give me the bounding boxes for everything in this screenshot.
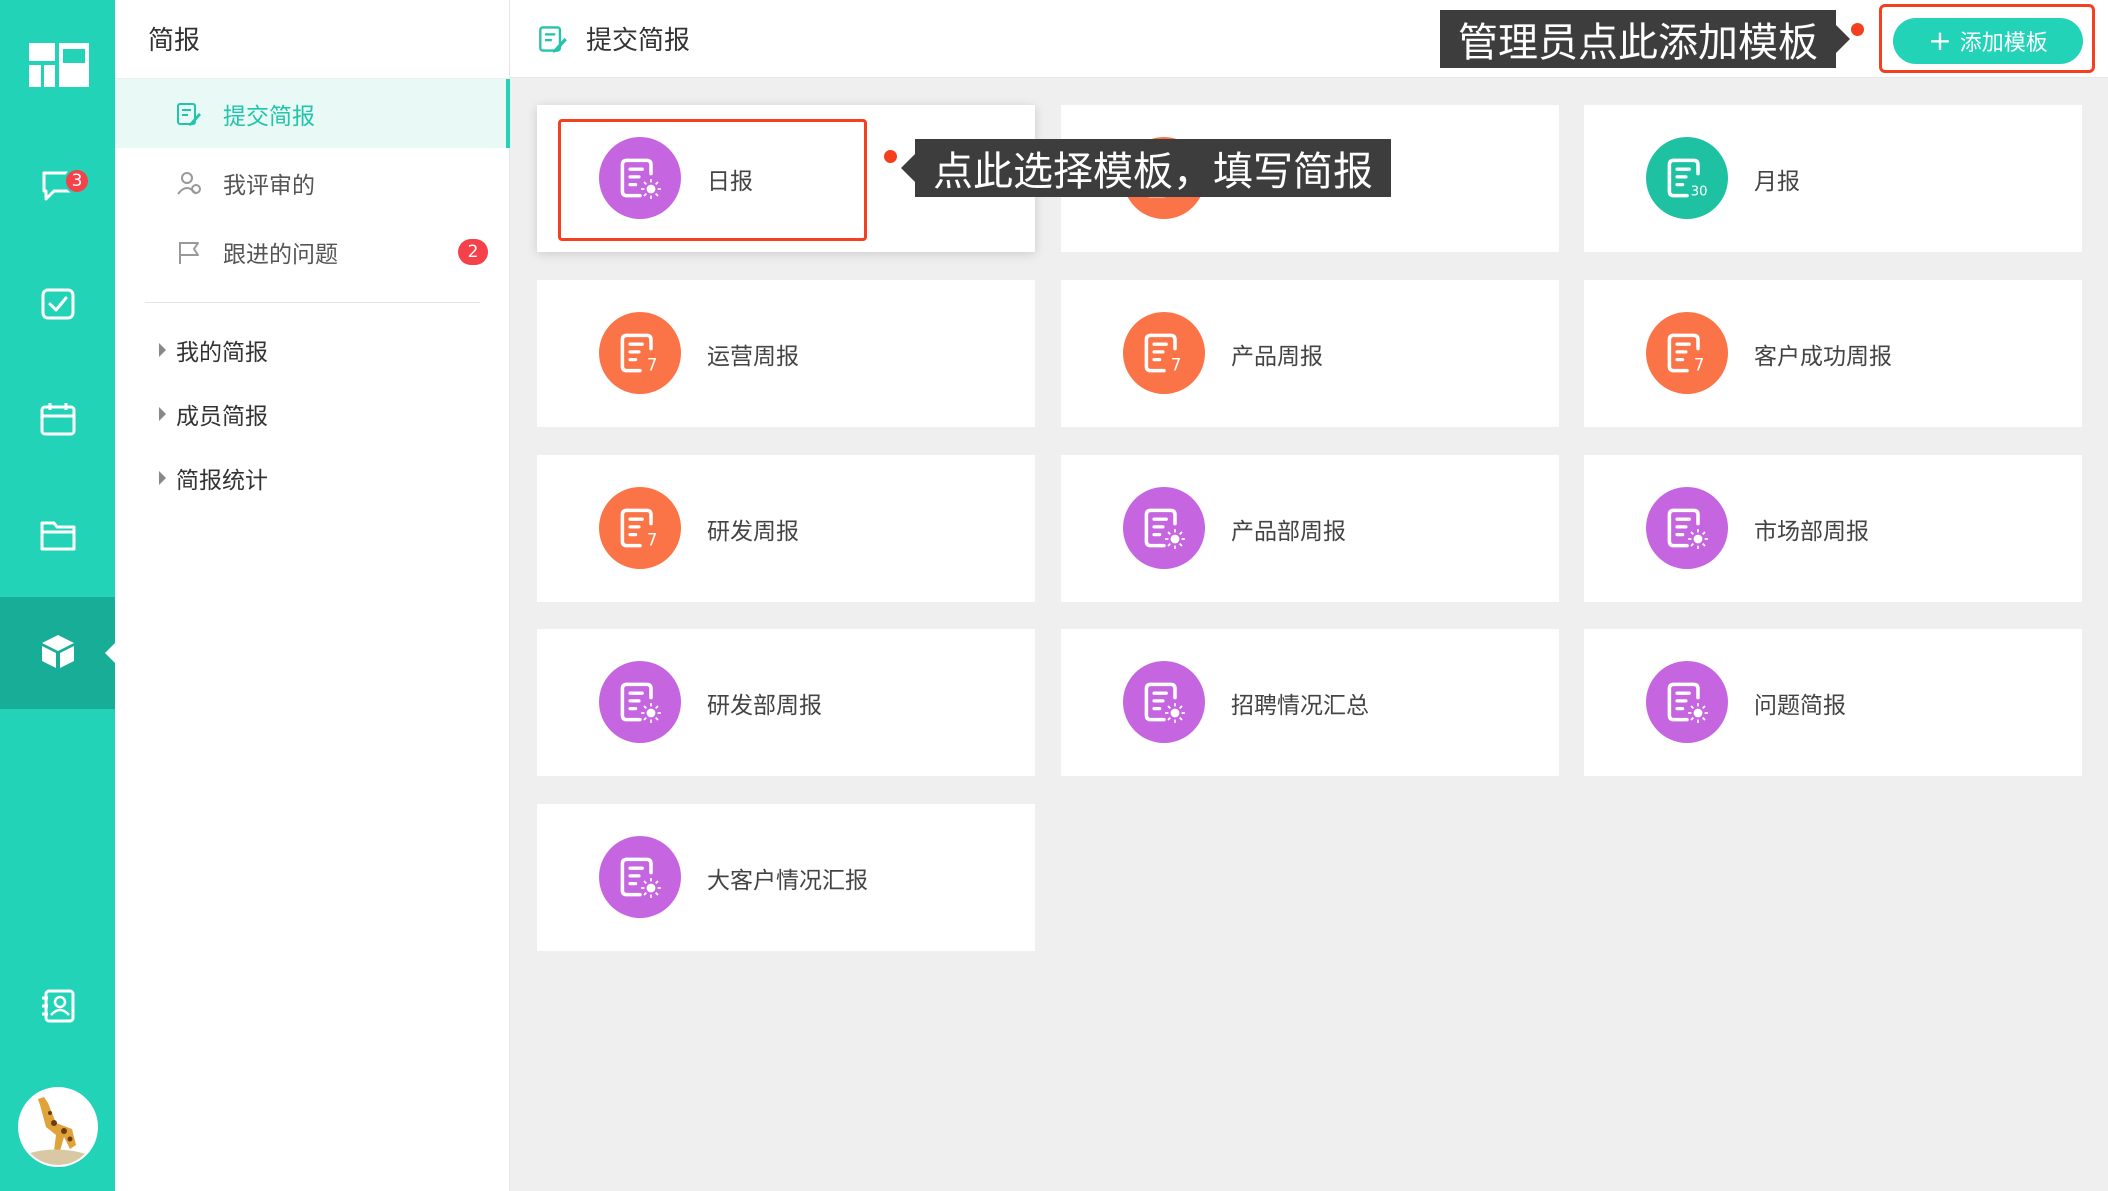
report-template-icon	[599, 661, 681, 743]
contacts-icon	[40, 988, 76, 1028]
messages-nav[interactable]	[0, 132, 115, 244]
template-card-label: 产品周报	[1231, 343, 1323, 370]
caret-right-icon	[159, 471, 166, 485]
template-card-label: 日报	[707, 168, 753, 195]
caret-right-icon	[159, 407, 166, 421]
sidebar-title: 简报	[148, 26, 201, 56]
sidebar-divider	[145, 302, 480, 303]
flag-icon	[175, 238, 203, 266]
contacts-nav[interactable]	[0, 952, 115, 1064]
sidebar-group-report-stats[interactable]: 简报统计	[159, 458, 268, 498]
report-template-icon	[1646, 661, 1728, 743]
template-card-label: 月报	[1754, 168, 1800, 195]
sidebar-group-label: 我的简报	[176, 340, 268, 366]
calendar-icon	[39, 401, 77, 441]
left-rail: 3	[0, 0, 115, 1191]
template-card[interactable]: 7 客户成功周报	[1584, 280, 2082, 427]
plus-icon: +	[1928, 24, 1952, 57]
hint-dot	[884, 150, 897, 163]
hint-dot	[1851, 23, 1864, 36]
template-card-label: 运营周报	[707, 343, 799, 370]
report-template-icon: 7	[1123, 312, 1205, 394]
folder-icon	[39, 518, 77, 556]
sidebar-group-my-reports[interactable]: 我的简报	[159, 330, 268, 370]
add-template-label: 添加模板	[1959, 31, 2048, 56]
report-template-icon	[1123, 487, 1205, 569]
tasks-nav[interactable]	[0, 250, 115, 362]
report-app-nav[interactable]	[0, 597, 115, 709]
sidebar-group-label: 简报统计	[176, 468, 268, 494]
svg-text:7: 7	[1694, 356, 1705, 375]
sidebar-item-followed-issues[interactable]: 跟进的问题 2	[115, 217, 510, 286]
edit-report-icon	[175, 100, 203, 128]
report-template-icon	[599, 137, 681, 219]
tasks-icon	[40, 287, 76, 325]
reviewer-icon	[175, 169, 203, 197]
template-card-label: 大客户情况汇报	[707, 867, 868, 894]
report-template-icon: 7	[599, 312, 681, 394]
user-avatar[interactable]	[18, 1087, 98, 1167]
page-header: 提交简报	[510, 0, 2108, 78]
add-template-button[interactable]: + 添加模板	[1893, 18, 2083, 64]
svg-text:7: 7	[647, 356, 658, 375]
report-app-icon	[39, 632, 77, 674]
report-template-icon	[599, 836, 681, 918]
svg-text:7: 7	[647, 531, 658, 550]
template-card[interactable]: 7 运营周报	[537, 280, 1035, 427]
template-card[interactable]: 招聘情况汇总	[1061, 629, 1559, 776]
folder-nav[interactable]	[0, 481, 115, 593]
choose-template-tooltip: 点此选择模板，填写简报	[915, 139, 1391, 197]
template-card-label: 研发部周报	[707, 692, 822, 719]
sidebar-item-label: 跟进的问题	[223, 241, 338, 268]
report-template-icon: 7	[599, 487, 681, 569]
report-sidebar: 简报 提交简报 我评审的 跟进的问题 2 我的简报 成员简报 简报统计	[115, 0, 510, 1191]
page-title: 提交简报	[586, 26, 691, 56]
app-logo-icon[interactable]	[29, 43, 89, 87]
report-template-icon: 7	[1646, 312, 1728, 394]
report-template-icon: 30	[1646, 137, 1728, 219]
template-card[interactable]: 7 研发周报	[537, 455, 1035, 602]
issues-count-badge: 2	[458, 238, 488, 265]
edit-report-icon	[538, 24, 568, 54]
template-card[interactable]: 产品部周报	[1061, 455, 1559, 602]
sidebar-group-label: 成员简报	[176, 404, 268, 430]
template-card[interactable]: 问题简报	[1584, 629, 2082, 776]
template-card[interactable]: 研发部周报	[537, 629, 1035, 776]
sidebar-item-label: 提交简报	[223, 103, 315, 130]
messages-badge: 3	[64, 168, 90, 194]
sidebar-group-member-reports[interactable]: 成员简报	[159, 394, 268, 434]
template-card[interactable]: 市场部周报	[1584, 455, 2082, 602]
template-card-label: 问题简报	[1754, 692, 1846, 719]
template-card[interactable]: 大客户情况汇报	[537, 804, 1035, 951]
svg-text:30: 30	[1691, 185, 1708, 200]
template-card-label: 研发周报	[707, 518, 799, 545]
sidebar-item-my-reviews[interactable]: 我评审的	[115, 148, 510, 217]
template-card[interactable]: 30 月报	[1584, 105, 2082, 252]
template-card-label: 客户成功周报	[1754, 343, 1892, 370]
sidebar-item-submit-report[interactable]: 提交简报	[115, 79, 510, 148]
calendar-nav[interactable]	[0, 365, 115, 477]
template-card[interactable]: 7 产品周报	[1061, 280, 1559, 427]
caret-right-icon	[159, 343, 166, 357]
app-window: 3 简报 提交简报 我评审的 跟进的问题 2 我的简报 成员简报 简报统计 提交…	[0, 0, 2108, 1191]
admin-hint-tooltip: 管理员点此添加模板	[1440, 10, 1836, 68]
sidebar-item-label: 我评审的	[223, 172, 315, 199]
template-card-label: 市场部周报	[1754, 518, 1869, 545]
svg-text:7: 7	[1171, 356, 1182, 375]
template-card-label: 招聘情况汇总	[1231, 692, 1369, 719]
template-card-label: 产品部周报	[1231, 518, 1346, 545]
report-template-icon	[1646, 487, 1728, 569]
report-template-icon	[1123, 661, 1205, 743]
